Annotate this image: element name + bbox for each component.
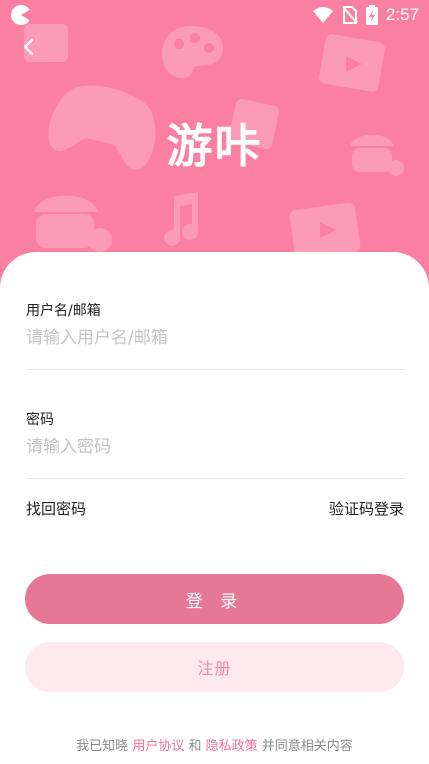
agreement-prefix: 我已知晓 (76, 739, 129, 754)
app-title: 游咔 (166, 119, 263, 173)
username-field: 用户名/邮箱 (26, 300, 404, 348)
no-sim-icon (342, 6, 358, 24)
user-agreement-link[interactable]: 用户协议 (132, 739, 184, 754)
username-input[interactable] (26, 328, 404, 348)
status-bar: 2:57 (0, 0, 429, 30)
music-note-icon (164, 192, 199, 246)
battery-charging-icon (365, 5, 378, 25)
register-button-label: 注册 (197, 659, 232, 678)
recover-password-link[interactable]: 找回密码 (26, 498, 86, 519)
password-divider (26, 478, 404, 479)
app-notification-icon (11, 5, 31, 25)
privacy-policy-link[interactable]: 隐私政策 (206, 739, 258, 754)
palette-icon (162, 26, 223, 79)
status-right: 2:57 (312, 3, 419, 27)
login-screen: 2:57 游咔 用户名/邮箱 密码 找回密码 验证码登录 登 录 注册 我已知晓… (0, 0, 429, 764)
username-divider (26, 369, 404, 370)
password-field: 密码 (26, 409, 404, 457)
agreement-suffix: 并同意相关内容 (261, 739, 353, 754)
password-label: 密码 (26, 412, 54, 428)
status-time: 2:57 (385, 5, 419, 24)
agreement-and: 和 (188, 739, 202, 754)
login-button[interactable]: 登 录 (25, 574, 404, 624)
agreement-text: 我已知晓 用户协议 和 隐私政策 并同意相关内容 (0, 735, 429, 754)
register-button[interactable]: 注册 (25, 642, 404, 692)
password-input[interactable] (26, 437, 404, 457)
video-player-icon (319, 34, 385, 92)
sms-login-link[interactable]: 验证码登录 (329, 498, 404, 519)
wifi-icon (312, 7, 333, 23)
username-label: 用户名/邮箱 (26, 303, 101, 319)
login-button-label: 登 录 (185, 591, 244, 612)
acorn-icon (34, 195, 112, 252)
back-arrow-icon[interactable] (18, 36, 40, 58)
